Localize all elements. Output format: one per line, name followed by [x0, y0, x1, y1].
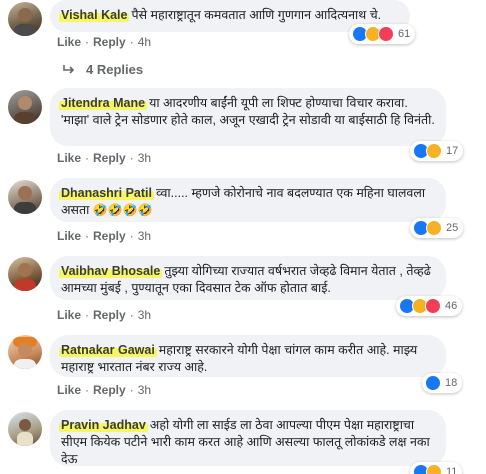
- comment-author[interactable]: Jitendra Mane: [59, 96, 148, 110]
- avatar[interactable]: [8, 2, 42, 36]
- comment-bubble: Ratnakar Gawai महाराष्ट्र सरकारने योगी पे…: [50, 335, 446, 377]
- reply-button[interactable]: Reply: [93, 35, 126, 49]
- reply-button[interactable]: Reply: [93, 383, 126, 397]
- reaction-count: 18: [445, 377, 458, 389]
- like-button[interactable]: Like: [57, 383, 81, 397]
- avatar-photo: [14, 186, 36, 214]
- love-reaction-icon: [378, 26, 394, 42]
- comment-actions: Like · Reply · 3h: [57, 229, 152, 243]
- reaction-count: 17: [446, 145, 459, 157]
- reply-arrow-icon: [63, 64, 75, 74]
- haha-reaction-icon: [426, 464, 442, 474]
- laughing-emoji: 🤣🤣🤣🤣: [92, 203, 153, 217]
- comment-author[interactable]: Dhanashri Patil: [59, 186, 154, 200]
- comment-time[interactable]: 4h: [138, 35, 151, 49]
- reaction-count: 61: [398, 28, 411, 40]
- comment-time[interactable]: 3h: [138, 383, 151, 397]
- like-button[interactable]: Like: [57, 229, 81, 243]
- avatar[interactable]: [8, 412, 42, 446]
- avatar[interactable]: [8, 180, 42, 214]
- reaction-count: 11: [446, 466, 458, 474]
- avatar[interactable]: [8, 335, 42, 369]
- comment-actions: Like · Reply · 4h: [57, 35, 152, 49]
- reply-button[interactable]: Reply: [93, 151, 126, 165]
- reaction-count: 25: [446, 222, 459, 234]
- reaction-summary[interactable]: 11: [410, 462, 463, 474]
- comment-author[interactable]: Pravin Jadhav: [59, 418, 148, 432]
- comment-actions: Like · Reply · 3h: [57, 151, 152, 165]
- avatar-photo: [14, 96, 36, 124]
- reaction-summary[interactable]: 61: [349, 24, 416, 44]
- comment-author[interactable]: Ratnakar Gawai: [59, 343, 157, 357]
- view-replies-label: 4 Replies: [86, 62, 144, 77]
- reaction-summary[interactable]: 17: [410, 141, 464, 161]
- like-button[interactable]: Like: [57, 151, 81, 165]
- like-button[interactable]: Like: [57, 35, 81, 49]
- view-replies-link[interactable]: 4 Replies: [62, 62, 143, 77]
- comment-actions: Like · Reply · 3h: [57, 383, 152, 397]
- comment-author[interactable]: Vaibhav Bhosale: [59, 264, 163, 278]
- reply-button[interactable]: Reply: [93, 229, 126, 243]
- haha-reaction-icon: [426, 143, 442, 159]
- comment-time[interactable]: 3h: [138, 308, 151, 322]
- reaction-summary[interactable]: 25: [410, 218, 464, 238]
- comment-bubble: Vaibhav Bhosale तुझ्या योगिच्या राज्यात व…: [50, 256, 446, 300]
- like-button[interactable]: Like: [57, 308, 81, 322]
- comment-time[interactable]: 3h: [138, 229, 151, 243]
- reply-button[interactable]: Reply: [93, 308, 126, 322]
- reaction-summary[interactable]: 18: [422, 373, 463, 393]
- comment-author[interactable]: Vishal Kale: [59, 8, 130, 22]
- avatar-photo: [14, 8, 36, 36]
- comment-actions: Like · Reply · 3h: [57, 308, 152, 322]
- avatar-photo: [13, 337, 37, 369]
- avatar-photo: [14, 263, 36, 291]
- comment-bubble: Dhanashri Patil व्वा..... म्हणजे कोरोनाचे…: [50, 178, 446, 222]
- avatar[interactable]: [8, 257, 42, 291]
- comment-bubble: Pravin Jadhav अहो योगी ला साईड ला ठेवा आप…: [50, 410, 446, 466]
- haha-reaction-icon: [426, 220, 442, 236]
- like-reaction-icon: [425, 375, 441, 391]
- reaction-count: 46: [445, 300, 458, 312]
- avatar-photo: [17, 419, 33, 446]
- comment-time[interactable]: 3h: [138, 151, 151, 165]
- love-reaction-icon: [425, 298, 441, 314]
- reaction-summary[interactable]: 46: [396, 296, 463, 316]
- comment-bubble: Jitendra Mane या आदरणीय बाईंनी यूपी ला शि…: [50, 88, 446, 146]
- comment-text: पैसे महाराष्ट्रातून कमवतात आणि गुणगान आद…: [131, 8, 382, 22]
- avatar[interactable]: [8, 90, 42, 124]
